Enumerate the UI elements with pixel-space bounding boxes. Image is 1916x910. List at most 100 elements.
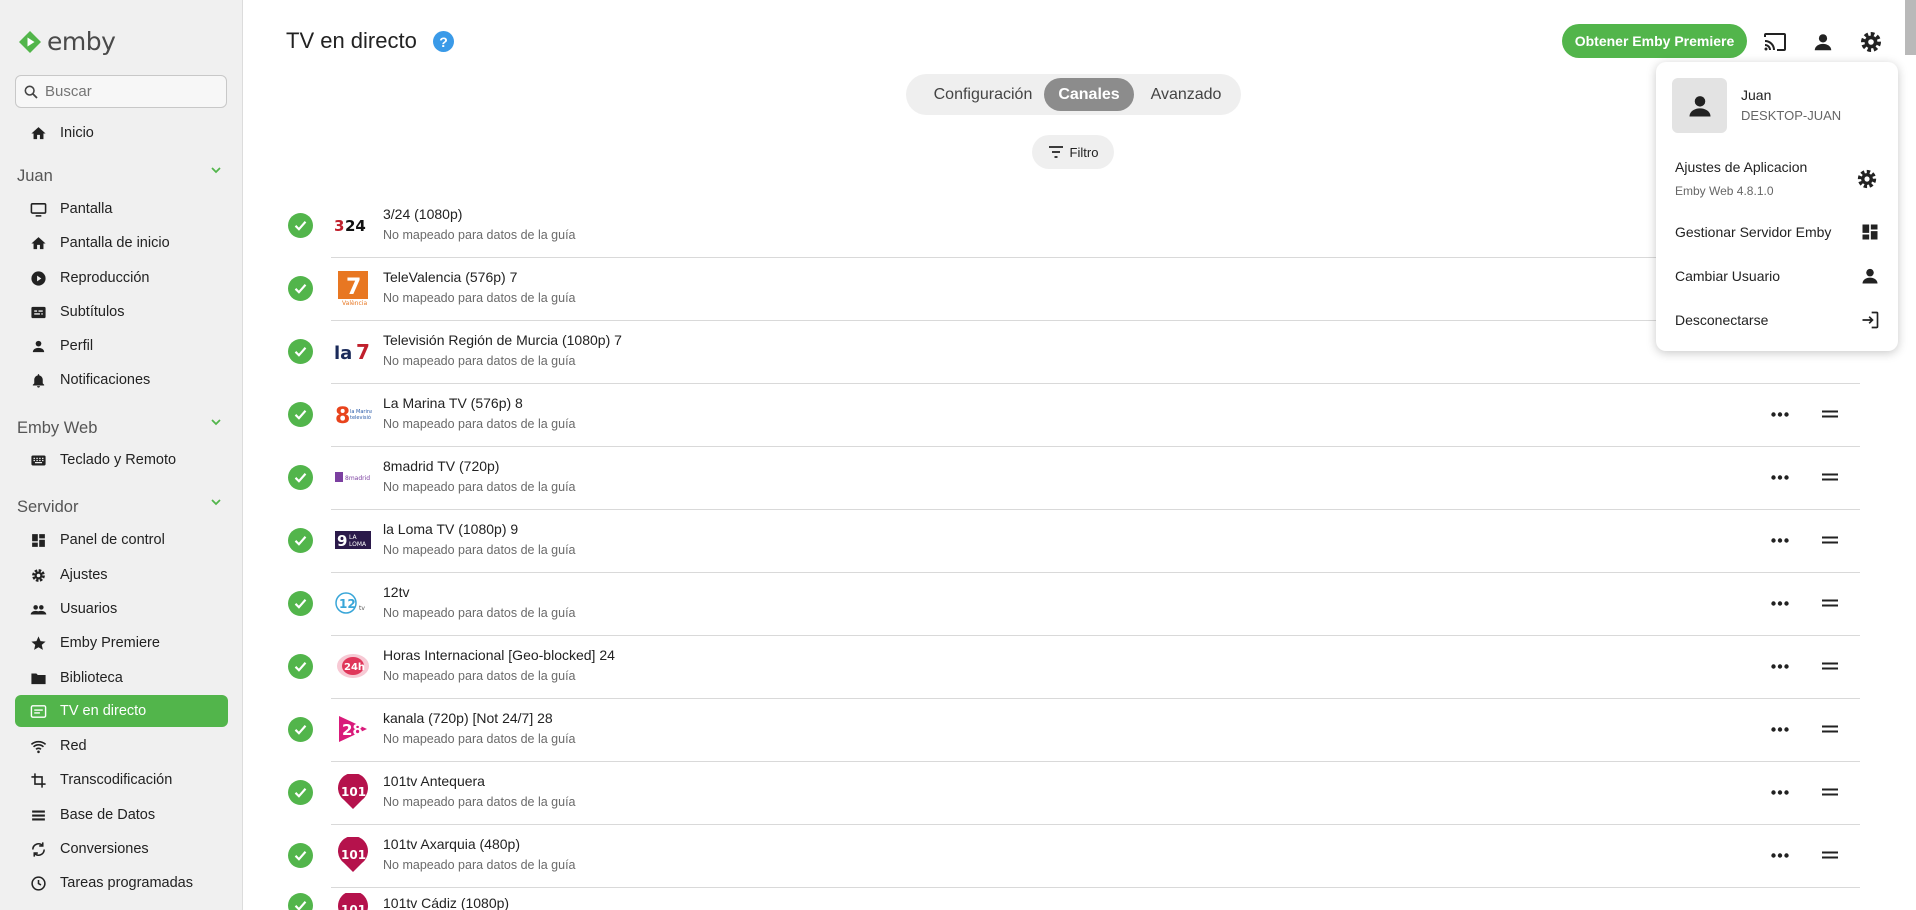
chevron-down-icon[interactable] <box>208 414 224 430</box>
channel-row[interactable]: 101 101tv Cádiz (1080p) <box>286 893 1860 910</box>
channel-row[interactable]: 28 kanala (720p) [Not 24/7] 28 No mapead… <box>286 704 1860 767</box>
sidebar-item-emby-premiere[interactable]: Emby Premiere <box>15 627 228 659</box>
svg-text:101: 101 <box>341 903 366 910</box>
svg-text:tv: tv <box>359 605 365 612</box>
more-options-icon[interactable] <box>1768 784 1792 800</box>
check-icon[interactable] <box>288 465 313 490</box>
channel-logo: 8 la Marina televisió <box>334 395 372 433</box>
chevron-down-icon[interactable] <box>208 494 224 510</box>
monitor-icon <box>30 202 47 217</box>
sidebar-item-notificaciones[interactable]: Notificaciones <box>15 364 228 396</box>
clock-icon <box>31 875 46 891</box>
chevron-down-icon[interactable] <box>208 162 224 178</box>
more-options-icon[interactable] <box>1768 595 1792 611</box>
drag-handle-icon[interactable] <box>1821 406 1839 422</box>
sidebar-item-reproduccion[interactable]: Reproducción <box>15 262 228 294</box>
filter-button[interactable]: Filtro <box>1032 135 1114 169</box>
channel-row[interactable]: la 7 Televisión Región de Murcia (1080p) … <box>286 326 1860 389</box>
drag-handle-icon[interactable] <box>1821 847 1839 863</box>
sidebar-item-perfil[interactable]: Perfil <box>15 330 228 362</box>
svg-text:televisió: televisió <box>350 414 371 421</box>
channel-row[interactable]: 7 València TeleValencia (576p) 7 No mapea… <box>286 263 1860 326</box>
check-icon[interactable] <box>288 213 313 238</box>
check-icon[interactable] <box>288 528 313 553</box>
channel-status: No mapeado para datos de la guía <box>383 480 576 494</box>
channel-row[interactable]: 8 la Marina televisió La Marina TV (576p) … <box>286 389 1860 452</box>
sidebar-item-tv-en-directo[interactable]: TV en directo <box>15 695 228 727</box>
drag-handle-icon[interactable] <box>1821 721 1839 737</box>
drag-handle-icon[interactable] <box>1821 784 1839 800</box>
sidebar-item-usuarios[interactable]: Usuarios <box>15 593 228 625</box>
sidebar-item-pantalla[interactable]: Pantalla <box>15 193 228 225</box>
channel-name: Televisión Región de Murcia (1080p) 7 <box>383 332 622 348</box>
sidebar-item-transcodificacion[interactable]: Transcodificación <box>15 764 228 796</box>
check-icon[interactable] <box>288 780 313 805</box>
tab-canales[interactable]: Canales <box>1044 78 1134 111</box>
person-icon <box>32 340 45 352</box>
search-input[interactable] <box>45 83 215 100</box>
more-options-icon[interactable] <box>1768 658 1792 674</box>
channel-row[interactable]: 3 24 3/24 (1080p) No mapeado para datos d… <box>286 200 1860 263</box>
channel-status: No mapeado para datos de la guía <box>383 417 576 431</box>
svg-text:València: València <box>342 300 367 306</box>
search-box[interactable] <box>15 75 227 108</box>
sidebar-item-pantalla-inicio[interactable]: Pantalla de inicio <box>15 227 228 259</box>
home-icon <box>31 126 46 139</box>
sidebar-item-teclado[interactable]: Teclado y Remoto <box>15 444 228 476</box>
check-icon[interactable] <box>288 893 313 910</box>
check-icon[interactable] <box>288 717 313 742</box>
check-icon[interactable] <box>288 339 313 364</box>
get-premiere-button[interactable]: Obtener Emby Premiere <box>1562 24 1747 58</box>
cast-icon[interactable] <box>1762 29 1788 55</box>
menu-item-manage-server[interactable]: Gestionar Servidor Emby <box>1675 222 1880 242</box>
settings-icon[interactable] <box>1858 29 1884 55</box>
user-icon[interactable] <box>1810 29 1836 55</box>
more-options-icon[interactable] <box>1768 847 1792 863</box>
sidebar-item-label: Inicio <box>60 125 94 141</box>
drag-handle-icon[interactable] <box>1821 469 1839 485</box>
channel-row[interactable]: 24h Horas Internacional [Geo-blocked] 24… <box>286 641 1860 704</box>
scrollbar-thumb[interactable] <box>1905 0 1916 55</box>
check-icon[interactable] <box>288 843 313 868</box>
channel-row[interactable]: 9 LA LOMA la Loma TV (1080p) 9 No mapeado … <box>286 515 1860 578</box>
sidebar-item-red[interactable]: Red <box>15 730 228 762</box>
more-options-icon[interactable] <box>1768 469 1792 485</box>
sidebar-item-inicio[interactable]: Inicio <box>15 117 228 149</box>
list-icon <box>32 810 45 820</box>
sidebar-item-panel-control[interactable]: Panel de control <box>15 524 228 556</box>
tab-avanzado[interactable]: Avanzado <box>1138 78 1234 111</box>
sidebar-item-subtitulos[interactable]: Subtítulos <box>15 296 228 328</box>
sidebar-item-label: Transcodificación <box>60 772 173 788</box>
tab-configuracion[interactable]: Configuración <box>914 78 1052 111</box>
more-options-icon[interactable] <box>1768 406 1792 422</box>
sidebar-item-ajustes[interactable]: Ajustes <box>15 559 228 591</box>
check-icon[interactable] <box>288 276 313 301</box>
sidebar-item-tareas[interactable]: Tareas programadas <box>15 867 228 899</box>
sidebar-item-base-de-datos[interactable]: Base de Datos <box>15 799 228 831</box>
menu-item-switch-user[interactable]: Cambiar Usuario <box>1675 266 1880 286</box>
channel-row[interactable]: 101 101tv Antequera No mapeado para dato… <box>286 767 1860 830</box>
sidebar-item-conversiones[interactable]: Conversiones <box>15 833 228 865</box>
drag-handle-icon[interactable] <box>1821 532 1839 548</box>
help-icon[interactable]: ? <box>433 31 454 52</box>
filter-label: Filtro <box>1069 144 1099 160</box>
svg-text:101: 101 <box>341 848 366 862</box>
menu-item-app-settings[interactable]: Ajustes de Aplicacion <box>1675 159 1880 175</box>
channel-name: 8madrid TV (720p) <box>383 458 500 474</box>
menu-item-logout[interactable]: Desconectarse <box>1675 310 1880 330</box>
channel-row[interactable]: 8madrid TV 8madrid TV (720p) No mapeado … <box>286 452 1860 515</box>
channel-row[interactable]: 12 tv 12tv No mapeado para datos de la gu… <box>286 578 1860 641</box>
check-icon[interactable] <box>288 402 313 427</box>
drag-handle-icon[interactable] <box>1821 658 1839 674</box>
channel-status: No mapeado para datos de la guía <box>383 606 576 620</box>
drag-handle-icon[interactable] <box>1821 595 1839 611</box>
check-icon[interactable] <box>288 654 313 679</box>
more-options-icon[interactable] <box>1768 721 1792 737</box>
check-icon[interactable] <box>288 591 313 616</box>
emby-logo[interactable]: emby <box>18 27 116 56</box>
more-options-icon[interactable] <box>1768 532 1792 548</box>
channel-row[interactable]: 101 101tv Axarquia (480p) No mapeado par… <box>286 830 1860 893</box>
row-divider <box>331 887 1860 888</box>
section-title-juan: Juan <box>17 167 53 185</box>
sidebar-item-biblioteca[interactable]: Biblioteca <box>15 662 228 694</box>
